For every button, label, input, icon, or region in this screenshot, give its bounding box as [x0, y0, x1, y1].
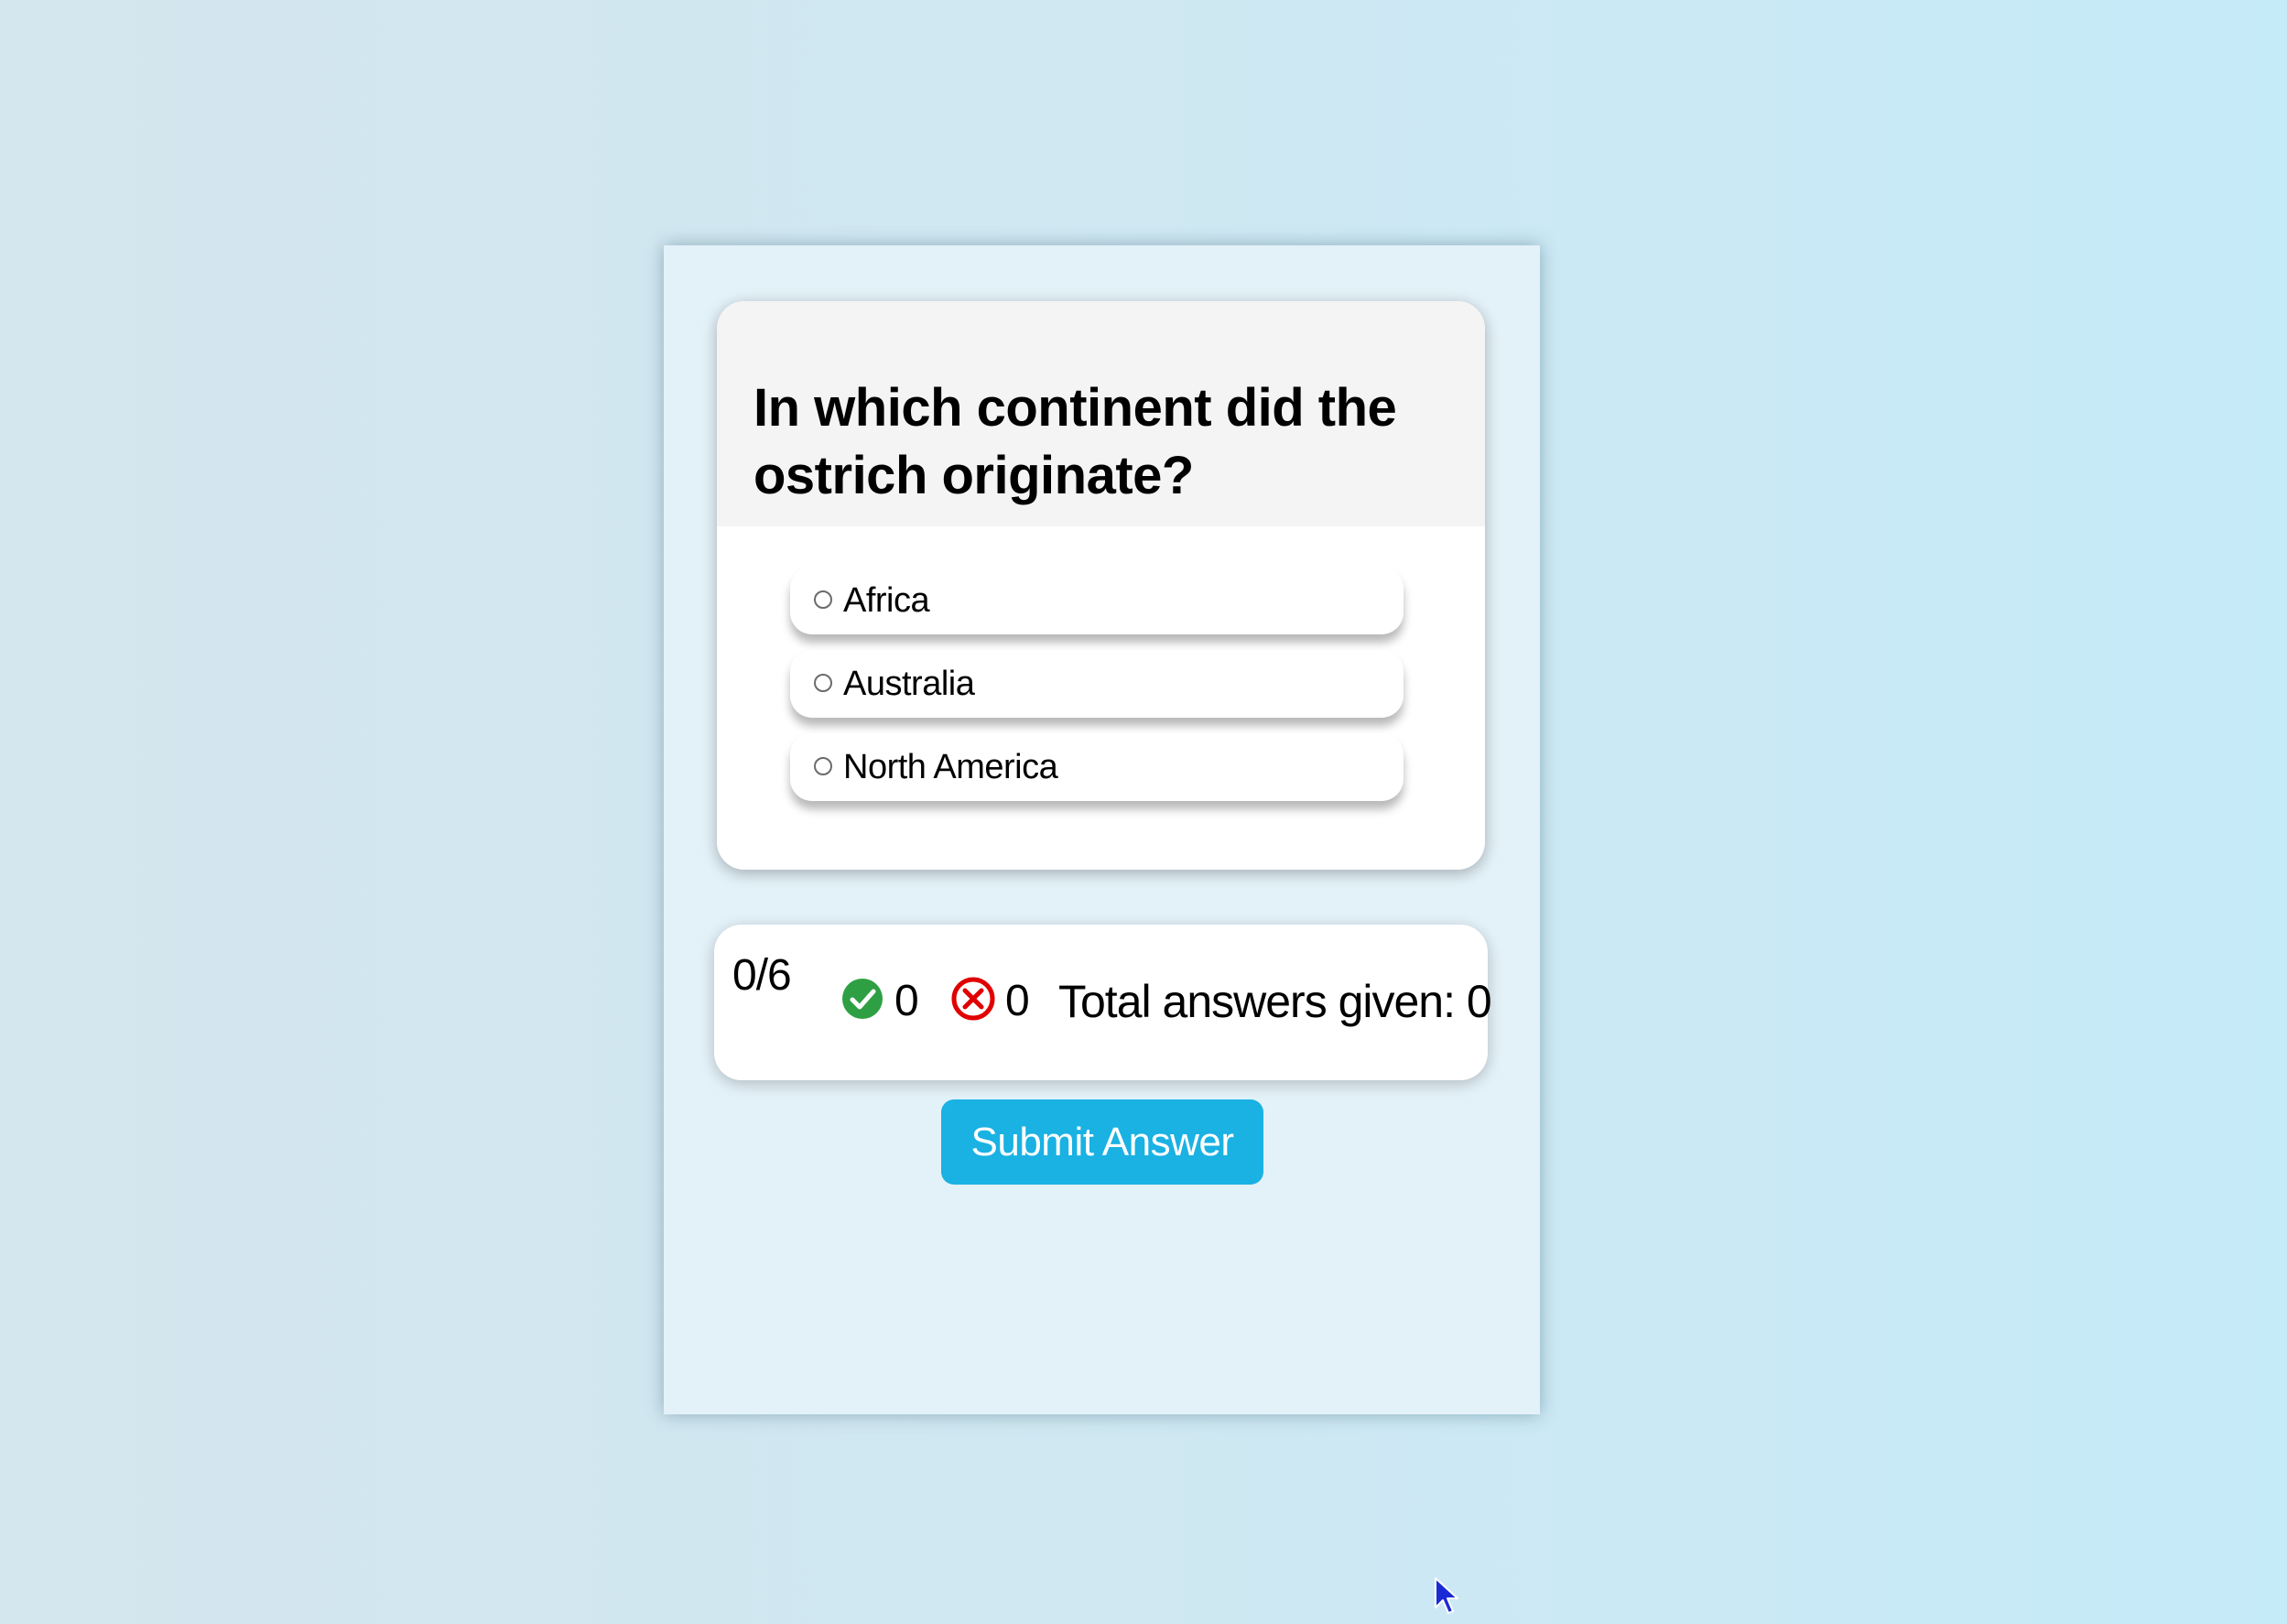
- quiz-app-panel: In which continent did the ostrich origi…: [664, 245, 1540, 1414]
- option-australia[interactable]: Australia: [790, 650, 1404, 718]
- correct-count: 0: [894, 977, 919, 1025]
- wrong-count: 0: [1005, 977, 1030, 1025]
- question-progress: 0/6: [732, 951, 792, 1000]
- score-card: 0/6 0 0 Total answers given: 0: [714, 925, 1492, 1080]
- option-label: Africa: [843, 581, 930, 620]
- x-circle-icon: [950, 976, 996, 1022]
- submit-answer-button[interactable]: Submit Answer: [941, 1099, 1263, 1185]
- option-north-america[interactable]: North America: [790, 733, 1404, 801]
- option-label: North America: [843, 748, 1058, 786]
- question-title: In which continent did the ostrich origi…: [753, 378, 1397, 505]
- option-label: Australia: [843, 665, 975, 703]
- total-answers-label: Total answers given: 0: [1058, 976, 1492, 1027]
- radio-button[interactable]: [814, 590, 832, 609]
- radio-button[interactable]: [814, 757, 832, 775]
- radio-button[interactable]: [814, 674, 832, 692]
- check-circle-icon: [841, 978, 883, 1020]
- question-header: In which continent did the ostrich origi…: [717, 301, 1485, 526]
- question-card: In which continent did the ostrich origi…: [717, 301, 1485, 870]
- mouse-pointer-icon: [1434, 1576, 1459, 1617]
- option-africa[interactable]: Africa: [790, 567, 1404, 634]
